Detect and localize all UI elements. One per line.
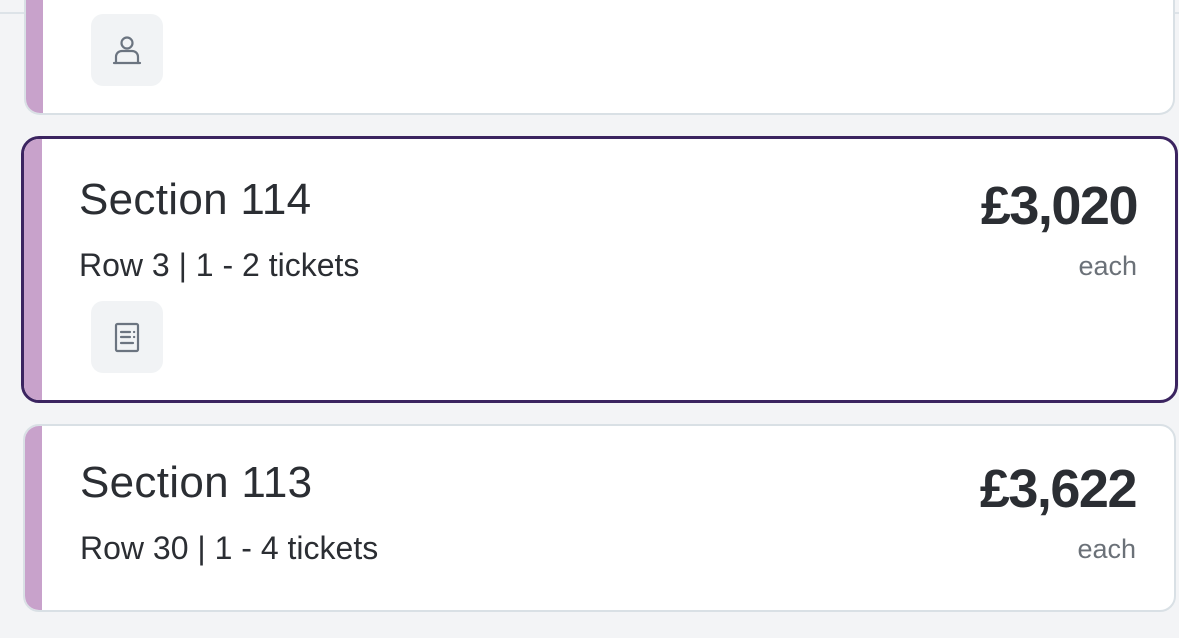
listing-row-info: Row 3 | 1 - 2 tickets bbox=[79, 247, 360, 283]
listing-price: £3,020 bbox=[980, 176, 1139, 236]
listing-accent-stripe bbox=[26, 0, 43, 113]
listing-price-unit: each bbox=[1077, 534, 1136, 564]
listing-accent-stripe bbox=[25, 426, 42, 610]
listing-price: £3,622 bbox=[979, 459, 1138, 519]
listing-card-selected[interactable]: Section 114 Row 3 | 1 - 2 tickets £3,020… bbox=[21, 136, 1178, 403]
listing-card[interactable]: Section 113 Row 30 | 1 - 4 tickets £3,62… bbox=[23, 424, 1176, 612]
listing-price-unit: each bbox=[1078, 251, 1137, 281]
listing-accent-stripe bbox=[24, 139, 42, 400]
listing-row-info: Row 30 | 1 - 4 tickets bbox=[80, 530, 379, 566]
listing-section: Section 113 bbox=[80, 458, 313, 507]
listing-card[interactable] bbox=[24, 0, 1175, 115]
person-icon bbox=[91, 14, 163, 86]
listing-section: Section 114 bbox=[79, 175, 312, 224]
document-icon bbox=[91, 301, 163, 373]
